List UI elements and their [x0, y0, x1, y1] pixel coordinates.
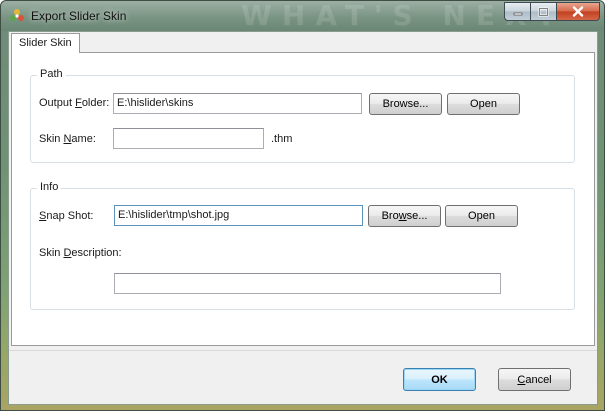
cancel-accesskey: C [517, 373, 526, 386]
output-folder-input[interactable]: E:\hislider\skins [113, 93, 362, 114]
app-icon [9, 8, 25, 24]
skin-name-label: Skin Name: [39, 133, 96, 145]
skin-description-label-text: Skin [39, 247, 64, 259]
output-folder-open-button[interactable]: Open [447, 93, 520, 115]
skin-description-label-text-end: escription: [71, 247, 122, 259]
snap-shot-browse-text-end: se... [406, 210, 428, 222]
snap-shot-label: Snap Shot: [39, 210, 93, 222]
dialog-window: WHAT'S NEXT Export Slider Skin Slider Sk… [0, 0, 605, 411]
skin-name-label-text: Skin [39, 133, 64, 145]
snap-shot-browse-button[interactable]: Bro w se... [368, 205, 441, 227]
dialog-client-area: Slider Skin Path Output Folder: E:\hisli… [8, 31, 598, 405]
output-folder-label-text-end: older: [81, 97, 110, 109]
maximize-button[interactable] [530, 2, 556, 21]
output-folder-browse-button[interactable]: Browse... [369, 93, 442, 115]
info-group-title: Info [37, 181, 62, 193]
snap-shot-input[interactable]: E:\hislider\tmp\shot.jpg [114, 205, 363, 226]
ok-button[interactable]: OK [403, 368, 476, 391]
output-folder-label: Output Folder: [39, 97, 109, 109]
footer-separator [9, 350, 597, 351]
close-button[interactable] [556, 2, 600, 21]
snap-shot-browse-text: Bro [381, 210, 399, 222]
window-title: Export Slider Skin [31, 9, 127, 23]
snap-shot-browse-accesskey: w [398, 210, 407, 222]
info-group: Info Snap Shot: E:\hislider\tmp\shot.jpg… [30, 181, 575, 310]
minimize-button[interactable] [504, 2, 530, 21]
skin-name-extension: .thm [271, 133, 293, 145]
title-bar[interactable]: WHAT'S NEXT Export Slider Skin [1, 1, 604, 32]
cancel-button[interactable]: Cancel [498, 368, 571, 391]
close-icon [572, 6, 584, 17]
skin-name-input[interactable] [113, 128, 264, 149]
path-group-title: Path [37, 68, 66, 80]
minimize-icon [513, 12, 522, 15]
snap-shot-open-button[interactable]: Open [445, 205, 518, 227]
output-folder-label-text: Output [39, 97, 76, 109]
cancel-label-text: ancel [525, 373, 552, 386]
output-folder-label-accesskey: F [75, 97, 82, 109]
skin-description-label: Skin Description: [39, 247, 122, 259]
snap-shot-label-text: nap Shot: [46, 210, 94, 222]
caption-buttons [504, 2, 600, 21]
tab-slider-skin[interactable]: Slider Skin [11, 33, 80, 53]
maximize-icon [538, 7, 549, 16]
skin-name-label-text-end: ame: [71, 133, 96, 145]
path-group: Path Output Folder: E:\hislider\skins Br… [30, 68, 575, 163]
tab-panel-slider-skin: Path Output Folder: E:\hislider\skins Br… [11, 52, 595, 346]
skin-description-input[interactable] [114, 273, 501, 294]
